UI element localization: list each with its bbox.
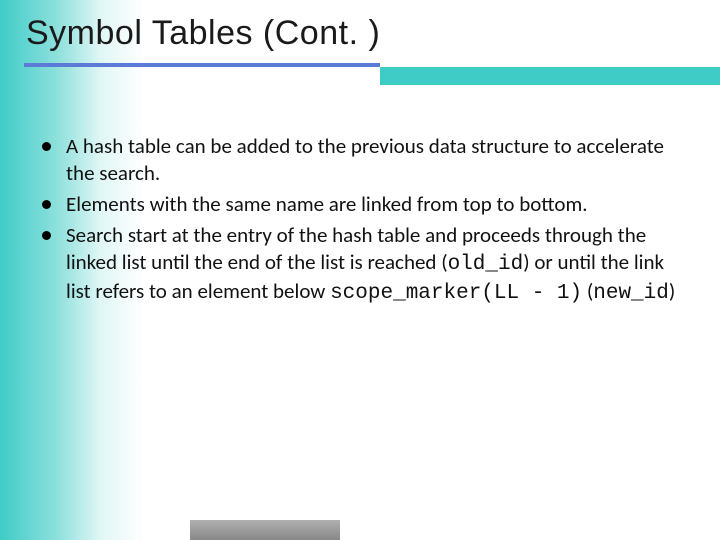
bullet-text: Elements with the same name are linked f… [66,191,588,217]
bullet-text: ) [669,278,675,304]
code-old-id: old_id [448,253,524,276]
list-item: Elements with the same name are linked f… [40,191,680,218]
list-item: A hash table can be added to the previou… [40,133,680,187]
bullet-list: A hash table can be added to the previou… [40,133,680,308]
teal-underline [380,67,720,85]
blue-underline [24,63,380,67]
footer-decoration [190,520,340,540]
bullet-text: ( [582,278,593,304]
title-area: Symbol Tables (Cont. ) [0,0,720,85]
title-underline [0,63,720,85]
code-scope-marker: scope_marker(LL - 1) [330,282,582,305]
content-area: A hash table can be added to the previou… [0,85,720,308]
slide-title: Symbol Tables (Cont. ) [26,14,720,53]
bullet-text: A hash table can be added to the previou… [66,133,664,186]
list-item: Search start at the entry of the hash ta… [40,222,680,309]
code-new-id: new_id [593,282,669,305]
